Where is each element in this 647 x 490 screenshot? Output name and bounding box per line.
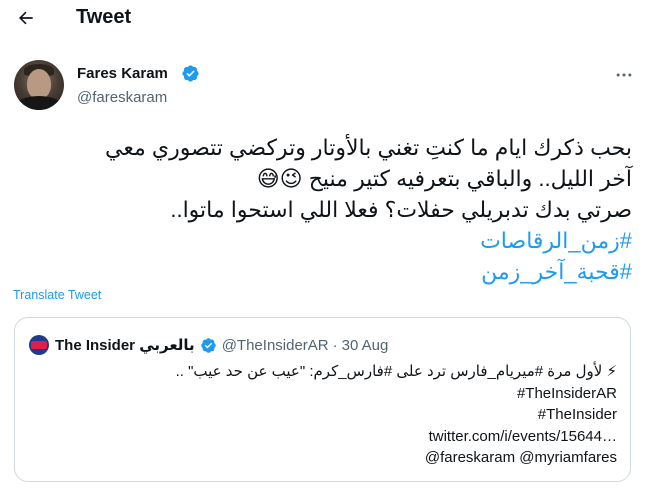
tweet-line: آخر الليل.. والباقي بتعرفيه كتير منيح 😉😅 bbox=[256, 166, 632, 191]
quoted-line: #TheInsider bbox=[537, 406, 617, 423]
page-title: Tweet bbox=[76, 6, 132, 28]
avatar[interactable] bbox=[14, 60, 64, 110]
arrow-left-icon bbox=[19, 11, 33, 25]
verified-badge-icon bbox=[200, 337, 216, 353]
quoted-line: #TheInsiderAR bbox=[516, 384, 617, 402]
author-handle[interactable]: @fareskaram bbox=[77, 89, 167, 106]
quoted-avatar bbox=[29, 335, 49, 355]
translate-tweet-link[interactable]: Translate Tweet bbox=[13, 288, 101, 302]
quoted-author-name: The Insider بالعربي bbox=[55, 337, 195, 354]
quoted-line: twitter.com/i/events/15644… bbox=[428, 427, 617, 445]
tweet-text: بحب ذكرك ايام ما كنتِ تغني بالأوتار وترك… bbox=[12, 132, 632, 287]
quoted-line: ⚡ لأول مرة #ميريام_فارس ترد على #فارس_كر… bbox=[175, 363, 617, 380]
author-name[interactable]: Fares Karam bbox=[77, 65, 168, 82]
hashtag-link[interactable]: #قحبة_آخر_زمن bbox=[12, 256, 632, 287]
top-bar: Tweet bbox=[0, 0, 647, 40]
verified-badge-icon bbox=[182, 65, 199, 82]
quoted-date: 30 Aug bbox=[341, 336, 389, 354]
quoted-line: @fareskaram @myriamfares bbox=[424, 449, 617, 466]
separator-dot: · bbox=[332, 336, 338, 354]
quoted-tweet[interactable]: The Insider بالعربي @TheInsiderAR · 30 A… bbox=[14, 317, 631, 482]
quoted-author-handle: @TheInsiderAR bbox=[221, 336, 329, 354]
back-button[interactable] bbox=[14, 6, 38, 30]
quoted-tweet-text: ⚡ لأول مرة #ميريام_فارس ترد على #فارس_كر… bbox=[27, 361, 617, 469]
more-button[interactable] bbox=[612, 63, 636, 87]
hashtag-link[interactable]: #زمن_الرقاصات bbox=[12, 225, 632, 256]
more-horizontal-icon bbox=[616, 73, 632, 77]
tweet-line: بحب ذكرك ايام ما كنتِ تغني بالأوتار وترك… bbox=[105, 135, 632, 160]
quoted-tweet-header: The Insider بالعربي @TheInsiderAR · 30 A… bbox=[29, 335, 388, 355]
tweet-line: صرتي بدك تدبريلي حفلات؟ فعلا اللي استحوا… bbox=[170, 197, 632, 222]
